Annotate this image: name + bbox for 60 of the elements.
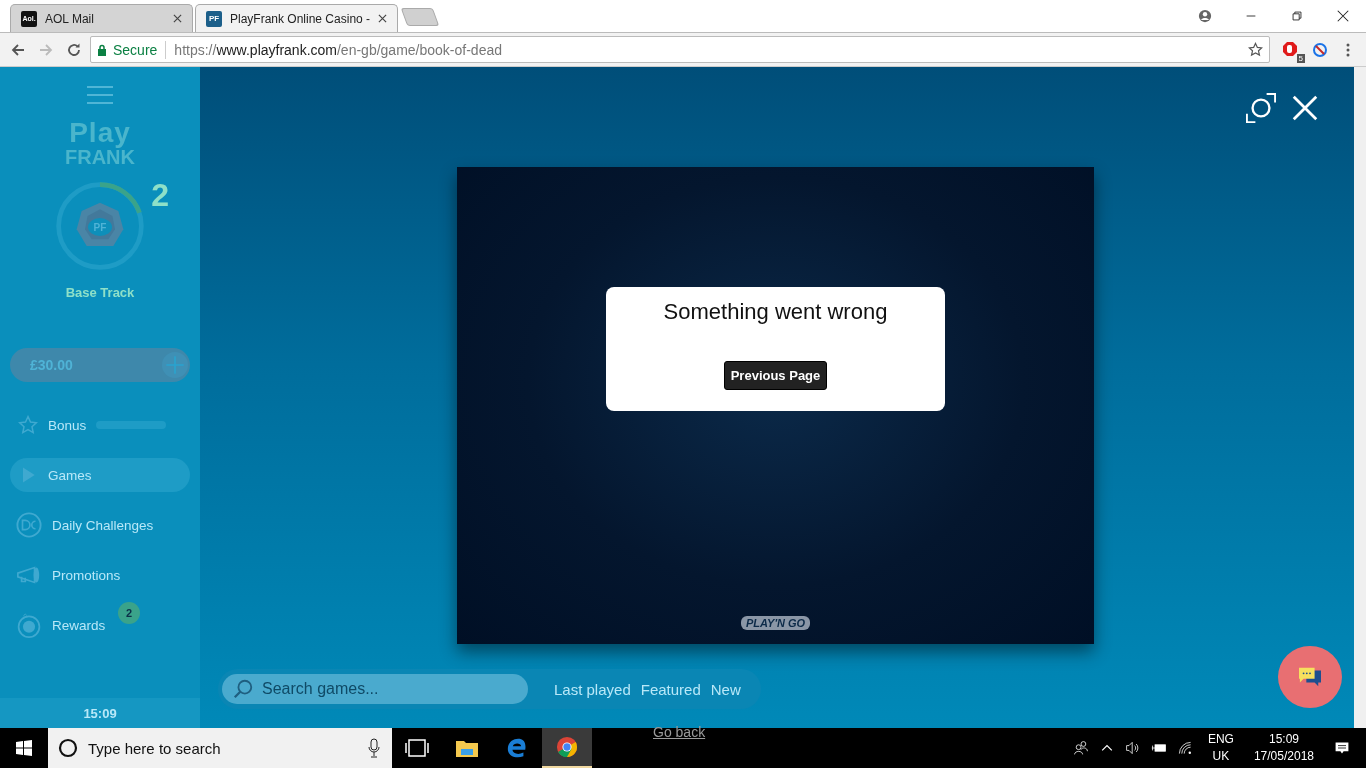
logo-text: FRANK [65,147,135,167]
close-icon[interactable] [1290,93,1320,123]
tab-title: AOL Mail [45,11,95,26]
scrollbar[interactable] [1354,67,1366,728]
star-icon [18,415,38,435]
level-number: 2 [151,177,169,214]
volume-icon[interactable] [1124,740,1141,756]
close-icon[interactable] [378,14,388,23]
search-icon [232,678,254,700]
wifi-icon[interactable] [1176,740,1193,756]
cortana-icon [58,738,78,758]
error-message: Something went wrong [663,299,888,325]
secure-label: Secure [113,41,158,58]
language-code: ENG [1207,731,1234,748]
bookmark-star-icon[interactable] [1248,42,1263,57]
sidebar-item[interactable]: Promotions [10,558,129,592]
clock-time: 15:09 [83,705,117,721]
browser-tab[interactable]: PF PlayFrank Online Casino - [195,4,399,32]
restore-icon[interactable] [1290,9,1304,23]
task-view-icon[interactable] [405,737,429,759]
fullscreen-icon[interactable] [1246,93,1276,123]
reward-icon [16,612,42,638]
extension-button[interactable]: 5 [1282,38,1304,61]
taskbar-search-field[interactable]: Type here to search [48,728,392,768]
previous-page-button[interactable]: Previous Page [723,361,828,390]
track-name: Base Track [65,285,135,300]
close-icon[interactable] [173,14,182,23]
logo-text: Play [69,119,131,147]
region-code: UK [1212,748,1230,765]
filter-tab[interactable]: Featured [640,680,701,698]
lock-icon [97,43,107,56]
tab-title: PlayFrank Online Casino - [230,11,371,26]
notifications-icon[interactable] [1334,740,1350,756]
chrome-icon [555,736,579,758]
go-back-link[interactable]: Go back [653,724,706,740]
windows-start-icon[interactable] [16,740,32,756]
count-badge: 2 [118,602,140,624]
people-icon[interactable] [1072,740,1089,756]
extension-count: 5 [1296,53,1305,63]
clock-time: 15:09 [1268,731,1299,748]
sidebar-item[interactable]: Bonus [10,408,175,442]
chat-bubbles-icon [1297,666,1323,688]
search-field[interactable]: Search games... [222,674,528,704]
microphone-icon[interactable] [368,738,380,758]
clock-date: 17/05/2018 [1253,748,1314,765]
language-indicator[interactable]: ENG UK [1207,731,1234,765]
close-icon[interactable] [1336,9,1350,23]
profile-icon[interactable] [1198,9,1212,23]
taskbar-clock[interactable]: 15:09 17/05/2018 [1253,731,1314,765]
provider-logo: PLAY'N GO [740,616,811,630]
url-text: https://www.playfrank.com/en-gb/game/book-of-dead [174,41,502,58]
filter-tab[interactable]: New [710,680,741,698]
sidebar-item[interactable]: Games [10,458,190,492]
sidebar-item[interactable]: Rewards [10,608,114,642]
site-favicon: PF [206,10,222,27]
address-bar[interactable]: Secure https://www.playfrank.com/en-gb/game/book-of-dead [90,36,1270,63]
challenge-icon [16,512,42,538]
sidebar-item[interactable]: Daily Challenges [10,508,162,542]
filter-tab[interactable]: Last played [554,680,631,698]
chrome-taskbar-button[interactable] [542,728,592,768]
